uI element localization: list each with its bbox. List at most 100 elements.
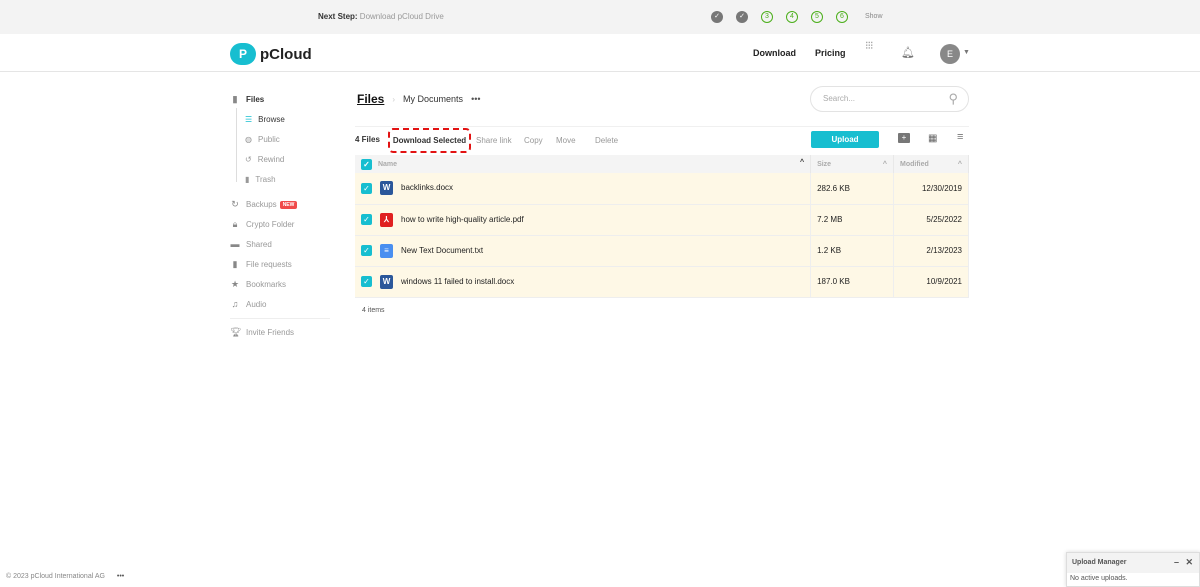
table-row[interactable]: ✓ Wbacklinks.docx 282.6 KB 12/30/2019 xyxy=(355,173,969,205)
sort-asc-icon[interactable]: ^ xyxy=(800,159,804,166)
sort-asc-icon[interactable]: ^ xyxy=(958,161,962,168)
logo[interactable]: PpCloud xyxy=(230,43,312,65)
file-name[interactable]: New Text Document.txt xyxy=(401,246,483,255)
breadcrumb-files[interactable]: Files xyxy=(357,92,384,106)
sidebar-item-backups[interactable]: ↻ Backups NEW xyxy=(230,199,298,210)
delete-button[interactable]: Delete xyxy=(595,136,618,145)
sidebar-item-public[interactable]: ◍ Public xyxy=(245,135,280,144)
row-checkbox[interactable]: ✓ xyxy=(361,214,372,225)
row-checkbox[interactable]: ✓ xyxy=(361,245,372,256)
breadcrumb-current: My Documents xyxy=(403,94,464,104)
word-file-icon: W xyxy=(380,274,393,289)
sidebar-label: Crypto Folder xyxy=(246,220,295,229)
grid-view-icon[interactable]: ▦ xyxy=(928,133,937,144)
copy-button[interactable]: Copy xyxy=(524,136,543,145)
search-placeholder: Search... xyxy=(823,94,856,103)
lock-icon: 🔒︎ xyxy=(232,219,238,229)
sidebar-label: Browse xyxy=(258,115,285,124)
file-name[interactable]: backlinks.docx xyxy=(401,183,453,192)
next-step-label: Next Step: xyxy=(318,12,358,21)
sidebar-item-bookmarks[interactable]: ★ Bookmarks xyxy=(230,279,286,290)
sidebar-item-crypto[interactable]: 🔒︎ Crypto Folder xyxy=(230,219,295,230)
download-link[interactable]: Download xyxy=(753,48,796,58)
pcloud-logo-icon: P xyxy=(230,43,256,65)
trophy-icon: 🏆︎ xyxy=(230,327,242,337)
show-steps-link[interactable]: Show xyxy=(865,13,883,20)
next-step[interactable]: Next Step: Download pCloud Drive xyxy=(318,12,444,21)
sidebar-item-shared[interactable]: ▬ Shared xyxy=(230,239,272,249)
step-3[interactable]: 3 xyxy=(761,11,773,23)
column-modified[interactable]: Modified ^ xyxy=(893,155,969,173)
history-icon: ↺ xyxy=(245,155,252,164)
globe-icon: ◍ xyxy=(245,135,252,144)
sidebar-label: Backups xyxy=(246,200,277,209)
upload-status: No active uploads. xyxy=(1070,575,1128,582)
file-modified: 5/25/2022 xyxy=(893,204,969,236)
close-icon[interactable]: ✕ xyxy=(1185,557,1193,568)
sidebar-label: Rewind xyxy=(257,155,285,164)
upload-manager: Upload Manager – ✕ No active uploads. xyxy=(1066,552,1200,587)
sidebar-item-files[interactable]: ▮ Files xyxy=(230,94,265,105)
select-all-checkbox[interactable]: ✓ xyxy=(361,158,372,170)
pdf-file-icon: ⅄ xyxy=(380,212,393,227)
sidebar-label: File requests xyxy=(246,260,292,269)
footer-more-button[interactable]: ••• xyxy=(117,573,124,580)
chevron-down-icon[interactable]: ▼ xyxy=(963,49,970,56)
apps-grid-icon[interactable]: ⁝⁝⁝ xyxy=(865,41,873,52)
move-button[interactable]: Move xyxy=(556,136,576,145)
sidebar-item-invite[interactable]: 🏆︎ Invite Friends xyxy=(230,327,294,338)
sidebar-item-trash[interactable]: ▮ Trash xyxy=(245,175,276,184)
table-row[interactable]: ✓ ≡ New Text Document.txt 1.2 KB 2/13/2023 xyxy=(355,235,969,267)
table-row[interactable]: ✓ ⅄ how to write high-quality article.pdf 7… xyxy=(355,204,969,236)
column-size[interactable]: Size ^ xyxy=(810,155,894,173)
file-count: 4 Files xyxy=(355,135,380,144)
file-size: 1.2 KB xyxy=(810,235,894,267)
header-label: Name xyxy=(377,160,398,168)
download-selected-button[interactable]: Download Selected xyxy=(388,128,471,153)
sidebar-item-file-requests[interactable]: ▮ File requests xyxy=(230,259,292,270)
sidebar-item-rewind[interactable]: ↺ Rewind xyxy=(245,155,284,164)
search-input[interactable]: Search... ⚲ xyxy=(810,86,969,112)
sidebar-label: Shared xyxy=(246,239,272,249)
share-link-button[interactable]: Share link xyxy=(476,136,512,145)
column-name[interactable]: ✓ Name ^ xyxy=(355,155,812,173)
trash-icon: ▮ xyxy=(245,175,250,184)
avatar[interactable]: E xyxy=(940,44,960,64)
bell-icon[interactable]: 🔔︎ xyxy=(901,46,915,59)
sort-asc-icon[interactable]: ^ xyxy=(883,161,887,168)
sidebar-item-browse[interactable]: ☰ Browse xyxy=(245,115,285,124)
sidebar-label: Files xyxy=(246,95,265,104)
step-5[interactable]: 5 xyxy=(811,11,823,23)
table-row[interactable]: ✓ Wwindows 11 failed to install.docx 187.0… xyxy=(355,266,969,298)
chevron-right-icon: › xyxy=(392,94,396,104)
header-label: Modified xyxy=(900,160,929,168)
row-checkbox[interactable]: ✓ xyxy=(361,276,372,287)
backup-icon: ↻ xyxy=(231,199,239,209)
header-label: Size xyxy=(817,160,832,168)
item-count: 4 items xyxy=(362,307,385,314)
more-options-button[interactable]: ••• xyxy=(471,94,480,104)
new-folder-icon[interactable]: + xyxy=(898,133,910,143)
file-name[interactable]: how to write high-quality article.pdf xyxy=(401,215,524,224)
logo-text: pCloud xyxy=(260,45,312,63)
step-1[interactable]: ✓ xyxy=(711,11,723,23)
minimize-icon[interactable]: – xyxy=(1174,557,1179,567)
pricing-link[interactable]: Pricing xyxy=(815,48,846,58)
upload-manager-title: Upload Manager xyxy=(1072,559,1127,566)
step-6[interactable]: 6 xyxy=(836,11,848,23)
header xyxy=(0,34,1200,72)
sidebar-label: Bookmarks xyxy=(246,280,287,289)
file-name[interactable]: windows 11 failed to install.docx xyxy=(401,277,514,286)
next-step-text: Download pCloud Drive xyxy=(359,12,444,21)
file-modified: 2/13/2023 xyxy=(893,235,969,267)
sort-icon[interactable]: ≡ xyxy=(957,131,963,143)
list-icon: ☰ xyxy=(245,115,253,124)
sidebar-label: Public xyxy=(257,135,280,144)
step-2[interactable]: ✓ xyxy=(736,11,748,23)
search-icon[interactable]: ⚲ xyxy=(948,87,958,111)
row-checkbox[interactable]: ✓ xyxy=(361,182,372,194)
sidebar-item-audio[interactable]: ♫ Audio xyxy=(230,299,267,309)
step-4[interactable]: 4 xyxy=(786,11,798,23)
copyright: © 2023 pCloud International AG xyxy=(6,573,105,580)
upload-button[interactable]: Upload xyxy=(811,131,879,148)
